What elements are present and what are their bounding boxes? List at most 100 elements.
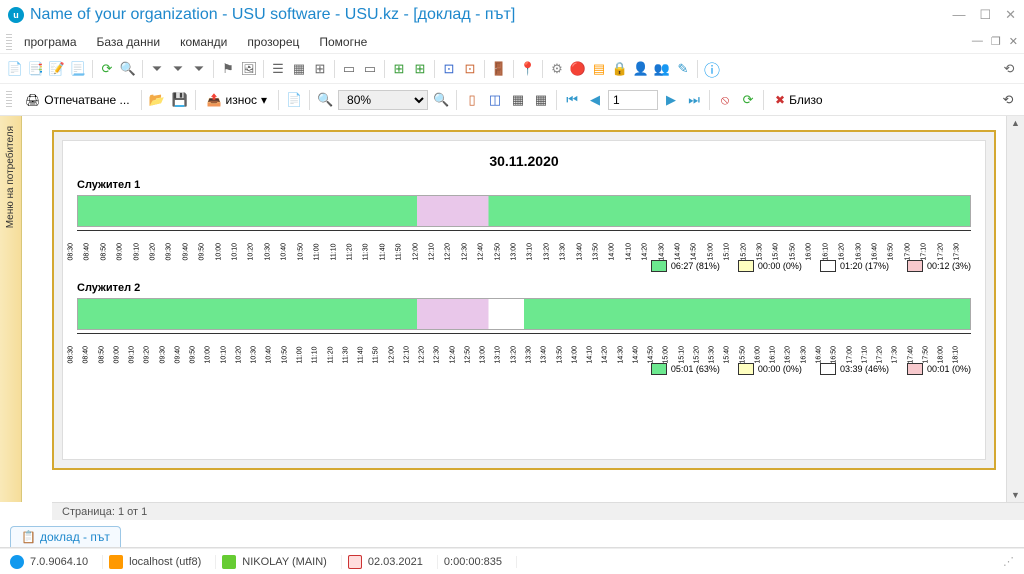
menu-window[interactable]: прозорец <box>239 33 307 51</box>
report-viewer: 30.11.2020 Служител 1 08:3008:4008:5009:… <box>22 116 1006 502</box>
window2-icon[interactable]: ⊡ <box>461 60 479 78</box>
restore-right-icon[interactable]: ⟲ <box>1000 60 1018 78</box>
chevron-down-icon: ▾ <box>261 93 267 107</box>
image-icon[interactable]: 🖼 <box>240 60 258 78</box>
mdi-minimize-button[interactable]: — <box>972 35 983 48</box>
refresh-icon[interactable]: ⟳ <box>98 60 116 78</box>
main-toolbar: 📄 📑 📝 📃 ⟳ 🔍 ⏷ ⏷ ⏷ ⚑ 🖼 ☰ ▦ ⊞ ▭ ▭ ⊞ ⊞ ⊡ ⊡ … <box>0 54 1024 84</box>
minimize-button[interactable]: — <box>952 7 965 23</box>
exit-icon[interactable]: 🚪 <box>490 60 508 78</box>
user-menu-sidebar[interactable]: Меню на потребителя <box>0 116 22 502</box>
first-page-icon[interactable]: ⏮ <box>562 90 582 110</box>
edit-icon[interactable]: 📝 <box>48 60 66 78</box>
employee-1-timeline <box>77 195 971 227</box>
print-button[interactable]: 🖨 Отпечатване ... <box>19 91 136 109</box>
zoom-in-icon[interactable]: 🔍 <box>315 90 335 110</box>
doc2-icon[interactable]: 📃 <box>69 60 87 78</box>
layout2-icon[interactable]: ◫ <box>485 90 505 110</box>
date-label: 02.03.2021 <box>368 556 423 568</box>
close-button[interactable]: ✕ <box>1005 7 1016 23</box>
db-icon <box>109 555 123 569</box>
scroll-up-icon[interactable]: ▲ <box>1009 116 1022 130</box>
export-button[interactable]: 📤 износ ▾ <box>201 91 274 109</box>
wand-icon[interactable]: ✎ <box>674 60 692 78</box>
save-icon[interactable]: 💾 <box>170 90 190 110</box>
grip-icon <box>6 91 12 109</box>
clipboard-icon: 📋 <box>21 530 36 544</box>
resize-grip-icon[interactable]: ⋰ <box>1003 555 1014 568</box>
open-icon[interactable]: 📂 <box>147 90 167 110</box>
lock-icon[interactable]: 🔒 <box>611 60 629 78</box>
color-icon[interactable]: 🔴 <box>569 60 587 78</box>
layout1-icon[interactable]: ▯ <box>462 90 482 110</box>
menu-database[interactable]: База данни <box>89 33 169 51</box>
maximize-button[interactable]: ☐ <box>979 7 991 23</box>
window-title: Name of your organization - USU software… <box>30 6 515 24</box>
pin-icon[interactable]: 📍 <box>519 60 537 78</box>
cards-icon[interactable]: ▭ <box>340 60 358 78</box>
info-status-icon <box>10 555 24 569</box>
document-tabs: 📋 доклад - път <box>0 520 1024 548</box>
scroll-down-icon[interactable]: ▼ <box>1009 488 1022 502</box>
menu-commands[interactable]: команди <box>172 33 235 51</box>
close-report-button[interactable]: ✖ Близо <box>769 91 829 109</box>
printer-icon: 🖨 <box>25 93 40 107</box>
zoom-out-icon[interactable]: 🔍 <box>431 90 451 110</box>
restore-right2-icon[interactable]: ⟲ <box>998 90 1018 110</box>
last-page-icon[interactable]: ⏭ <box>684 90 704 110</box>
zoom-select[interactable]: 80% <box>338 90 428 110</box>
mdi-close-button[interactable]: ✕ <box>1009 35 1018 48</box>
grip-icon <box>6 34 12 50</box>
stop-icon[interactable]: ⦸ <box>715 90 735 110</box>
page-info: Страница: 1 от 1 <box>52 506 157 518</box>
employee-1-axis: 08:3008:4008:5009:0009:1009:2009:3009:40… <box>77 230 971 258</box>
menu-program[interactable]: програма <box>16 33 85 51</box>
excel2-icon[interactable]: ⊞ <box>411 60 429 78</box>
version-label: 7.0.9064.10 <box>30 556 88 568</box>
user-icon[interactable]: 👤 <box>632 60 650 78</box>
copy-icon[interactable]: 📑 <box>27 60 45 78</box>
layout3-icon[interactable]: ▦ <box>508 90 528 110</box>
tree-icon[interactable]: ⊞ <box>311 60 329 78</box>
flag-icon[interactable]: ⚑ <box>219 60 237 78</box>
next-page-icon[interactable]: ▶ <box>661 90 681 110</box>
menubar: програма База данни команди прозорец Пом… <box>0 30 1024 54</box>
calendar-icon <box>348 555 362 569</box>
close-icon: ✖ <box>775 93 785 107</box>
horizontal-scrollbar[interactable]: Страница: 1 от 1 <box>52 502 1024 520</box>
tab-report[interactable]: 📋 доклад - път <box>10 526 121 547</box>
prev-page-icon[interactable]: ◀ <box>585 90 605 110</box>
cards2-icon[interactable]: ▭ <box>361 60 379 78</box>
page-icon[interactable]: 📄 <box>284 90 304 110</box>
vertical-scrollbar[interactable]: ▲ ▼ <box>1006 116 1024 502</box>
window-icon[interactable]: ⊡ <box>440 60 458 78</box>
info-icon[interactable]: ⓘ <box>703 60 721 78</box>
user-label: NIKOLAY (MAIN) <box>242 556 327 568</box>
menu-help[interactable]: Помогне <box>311 33 375 51</box>
page-input[interactable] <box>608 90 658 110</box>
report-date-title: 30.11.2020 <box>77 153 971 169</box>
search-icon[interactable]: 🔍 <box>119 60 137 78</box>
filter-icon[interactable]: ⏷ <box>148 60 166 78</box>
layout4-icon[interactable]: ▦ <box>531 90 551 110</box>
users-icon[interactable]: 👥 <box>653 60 671 78</box>
report-toolbar: 🖨 Отпечатване ... 📂 💾 📤 износ ▾ 📄 🔍 80% … <box>0 84 1024 116</box>
elapsed-label: 0:00:00:835 <box>444 556 502 568</box>
grid-icon[interactable]: ▦ <box>290 60 308 78</box>
employee-2-label: Служител 2 <box>77 282 971 294</box>
gear-icon[interactable]: ⚙ <box>548 60 566 78</box>
excel-icon[interactable]: ⊞ <box>390 60 408 78</box>
host-label: localhost (utf8) <box>129 556 201 568</box>
doc-icon[interactable]: 📄 <box>6 60 24 78</box>
rss-icon[interactable]: ▤ <box>590 60 608 78</box>
employee-2-timeline <box>77 298 971 330</box>
app-logo-icon: u <box>8 7 24 23</box>
refresh2-icon[interactable]: ⟳ <box>738 90 758 110</box>
mdi-restore-button[interactable]: ❐ <box>991 35 1001 48</box>
filter3-icon[interactable]: ⏷ <box>190 60 208 78</box>
list-icon[interactable]: ☰ <box>269 60 287 78</box>
report-page: 30.11.2020 Служител 1 08:3008:4008:5009:… <box>52 130 996 470</box>
employee-2-legend: 05:01 (63%)00:00 (0%)03:39 (46%)00:01 (0… <box>77 363 971 375</box>
filter2-icon[interactable]: ⏷ <box>169 60 187 78</box>
employee-1-label: Служител 1 <box>77 179 971 191</box>
